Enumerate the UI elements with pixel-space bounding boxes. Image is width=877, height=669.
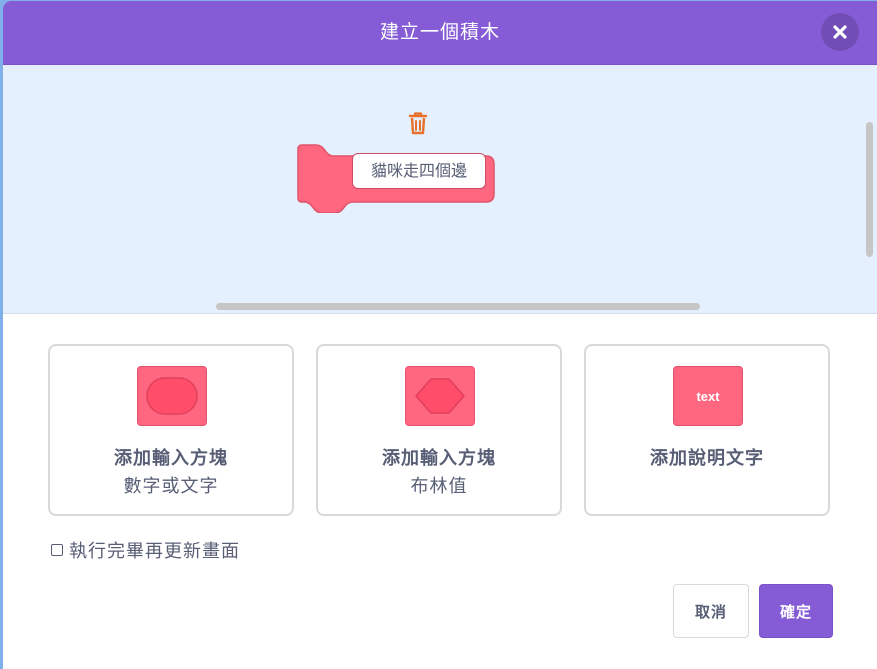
horizontal-scrollbar[interactable] <box>216 303 700 310</box>
block-name-input[interactable]: 貓咪走四個邊 <box>352 153 486 189</box>
custom-block-dialog: 建立一個積木 貓咪走四個邊 添加輸入方塊 數字或文字 添加輸入方塊 布林值 te… <box>3 1 877 669</box>
option-title: 添加輸入方塊 <box>114 448 228 469</box>
ok-button[interactable]: 確定 <box>759 584 833 638</box>
dialog-header: 建立一個積木 <box>3 1 877 65</box>
trash-icon[interactable] <box>406 110 430 136</box>
option-subtitle: 布林值 <box>410 476 468 497</box>
text-icon-label: text <box>696 388 720 404</box>
dialog-title: 建立一個積木 <box>379 21 500 43</box>
option-subtitle: 數字或文字 <box>123 476 219 497</box>
run-without-refresh-checkbox[interactable] <box>51 544 63 556</box>
cancel-button[interactable]: 取消 <box>673 584 749 638</box>
vertical-scrollbar[interactable] <box>866 122 873 257</box>
run-without-refresh-label: 執行完畢再更新畫面 <box>69 541 240 562</box>
close-x-icon <box>833 25 847 39</box>
hexagon-boolean-icon <box>405 366 475 426</box>
close-button[interactable] <box>821 13 859 51</box>
option-title: 添加說明文字 <box>650 448 764 469</box>
add-label-text-button[interactable]: text 添加說明文字 <box>584 344 830 516</box>
add-number-text-input-button[interactable]: 添加輸入方塊 數字或文字 <box>48 344 294 516</box>
run-without-refresh-option[interactable]: 執行完畢再更新畫面 <box>51 538 240 562</box>
block-preview-workspace: 貓咪走四個邊 <box>3 65 877 314</box>
text-label-icon: text <box>673 366 743 426</box>
option-title: 添加輸入方塊 <box>382 448 496 469</box>
oval-input-icon <box>137 366 207 426</box>
add-boolean-input-button[interactable]: 添加輸入方塊 布林值 <box>316 344 562 516</box>
